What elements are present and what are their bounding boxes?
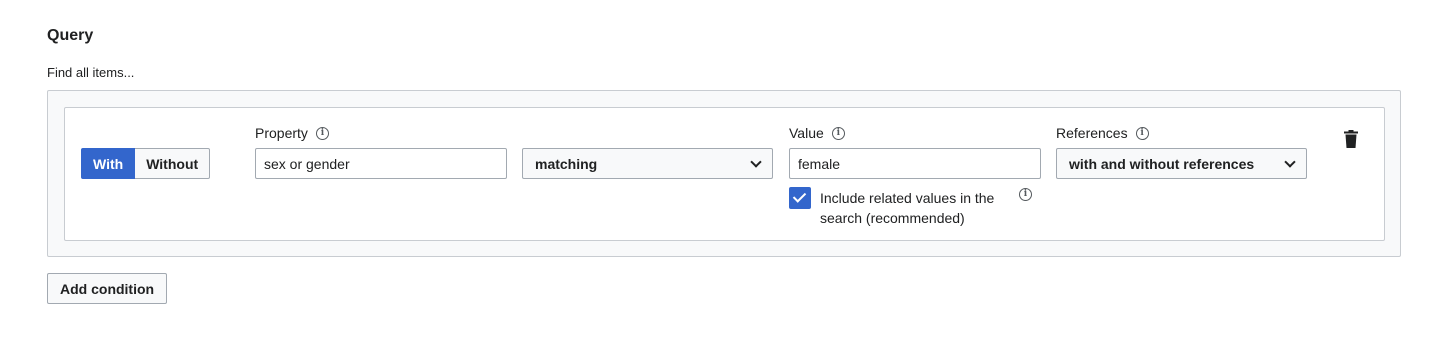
add-condition-button[interactable]: Add condition <box>47 273 168 304</box>
trash-icon[interactable] <box>1344 130 1358 148</box>
value-input[interactable] <box>789 148 1041 179</box>
property-label-group: Property i <box>255 125 329 141</box>
include-related-label: Include related values in the search (re… <box>820 190 995 226</box>
query-title: Query <box>47 27 94 44</box>
with-button[interactable]: With <box>81 148 136 179</box>
condition-row: With Without Property i matching Value i <box>64 107 1385 241</box>
query-subtitle: Find all items... <box>47 65 135 80</box>
value-label-group: Value i <box>789 125 845 141</box>
value-label: Value <box>789 125 824 141</box>
property-label: Property <box>255 125 308 141</box>
conditions-container: With Without Property i matching Value i <box>47 90 1401 257</box>
info-icon[interactable]: i <box>1019 188 1032 201</box>
info-icon[interactable]: i <box>1135 126 1149 140</box>
matcher-selected: matching <box>535 155 598 172</box>
references-label: References <box>1056 125 1128 141</box>
matcher-dropdown[interactable]: matching <box>522 148 773 179</box>
references-dropdown[interactable]: with and without references <box>1056 148 1307 179</box>
chevron-down-icon <box>750 155 762 168</box>
query-builder: Query Find all items... With Without Pro… <box>0 0 1440 360</box>
info-icon[interactable]: i <box>315 126 329 140</box>
with-without-toggle: With Without <box>81 148 211 179</box>
property-input[interactable] <box>255 148 507 179</box>
references-selected: with and without references <box>1069 155 1255 172</box>
references-label-group: References i <box>1056 125 1149 141</box>
chevron-down-icon <box>1284 155 1296 168</box>
include-related-checkbox[interactable] <box>789 187 811 209</box>
info-icon[interactable]: i <box>831 126 845 140</box>
without-button[interactable]: Without <box>135 148 211 179</box>
